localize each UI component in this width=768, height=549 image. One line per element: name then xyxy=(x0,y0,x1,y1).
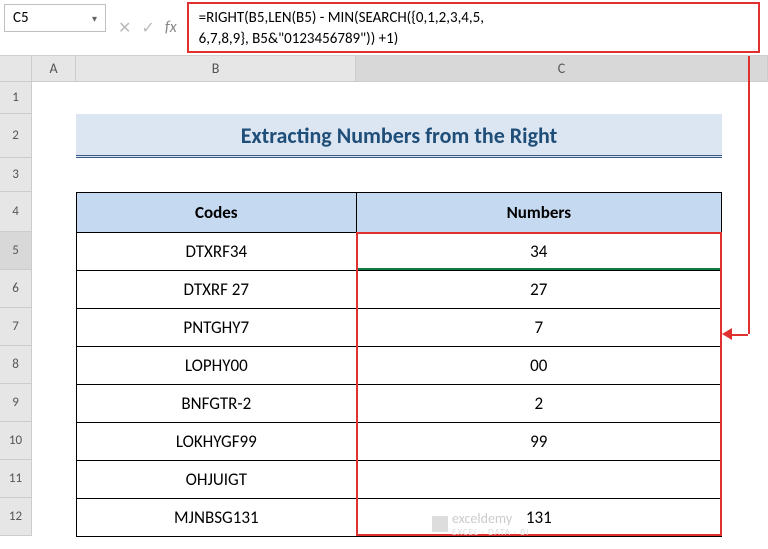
table-row: MJNBSG131131 xyxy=(77,499,722,537)
cell-code[interactable]: MJNBSG131 xyxy=(77,499,357,537)
cell-num[interactable]: 34 xyxy=(356,233,721,271)
col-header-A[interactable]: A xyxy=(32,56,76,81)
row-header-6[interactable]: 6 xyxy=(0,270,32,308)
col-header-B[interactable]: B xyxy=(76,56,356,81)
logo-icon xyxy=(432,516,448,532)
cell-code[interactable]: OHJUIGT xyxy=(77,461,357,499)
table-header-row: Codes Numbers xyxy=(77,193,722,233)
row-header-11[interactable]: 11 xyxy=(0,460,32,498)
select-all-corner[interactable] xyxy=(0,56,32,82)
cells-area[interactable]: Extracting Numbers from the Right Codes … xyxy=(32,82,768,549)
col-header-C[interactable]: C xyxy=(356,56,768,81)
cell-num[interactable]: 99 xyxy=(356,423,721,461)
column-headers: A B C xyxy=(32,56,768,82)
table-row: LOKHYGF9999 xyxy=(77,423,722,461)
name-box[interactable]: C5 ▾ xyxy=(4,4,106,32)
cell-code[interactable]: PNTGHY7 xyxy=(77,309,357,347)
row-header-3[interactable]: 3 xyxy=(0,158,32,192)
cell-code[interactable]: DTXRF34 xyxy=(77,233,357,271)
row-header-8[interactable]: 8 xyxy=(0,346,32,384)
row-header-12[interactable]: 12 xyxy=(0,498,32,536)
row-header-5[interactable]: 5 xyxy=(0,232,32,270)
cell-num[interactable]: 7 xyxy=(356,309,721,347)
row-header-4[interactable]: 4 xyxy=(0,192,32,232)
formula-line-1: =RIGHT(B5,LEN(B5) - MIN(SEARCH({0,1,2,3,… xyxy=(199,8,748,29)
cell-code[interactable]: LOPHY00 xyxy=(77,347,357,385)
cell-num[interactable]: 2 xyxy=(356,385,721,423)
spreadsheet-grid: A B C 1 2 3 4 5 6 7 8 9 10 11 12 Extract… xyxy=(0,56,768,549)
cell-code[interactable]: DTXRF 27 xyxy=(77,271,357,309)
table-row: OHJUIGT xyxy=(77,461,722,499)
row-headers: 1 2 3 4 5 6 7 8 9 10 11 12 xyxy=(0,82,32,536)
cancel-icon[interactable]: ✕ xyxy=(118,18,131,38)
formula-bar: C5 ▾ ✕ ✓ fx =RIGHT(B5,LEN(B5) - MIN(SEAR… xyxy=(0,0,768,56)
accept-icon[interactable]: ✓ xyxy=(141,18,154,38)
data-table: Codes Numbers DTXRF3434 DTXRF 2727 PNTGH… xyxy=(76,192,722,537)
row-header-10[interactable]: 10 xyxy=(0,422,32,460)
annotation-arrow-icon xyxy=(722,328,732,340)
formula-line-2: 6,7,8,9}, B5&"0123456789")) +1) xyxy=(199,29,748,50)
row-header-9[interactable]: 9 xyxy=(0,384,32,422)
watermark-sub: EXCEL · DATA · BI xyxy=(452,527,529,538)
name-box-value: C5 xyxy=(13,9,29,27)
cell-num[interactable]: 131 xyxy=(356,499,721,537)
header-codes[interactable]: Codes xyxy=(77,193,357,233)
fx-icon[interactable]: fx xyxy=(165,18,177,37)
table-row: PNTGHY77 xyxy=(77,309,722,347)
row-header-7[interactable]: 7 xyxy=(0,308,32,346)
table-row: LOPHY0000 xyxy=(77,347,722,385)
cell-num[interactable] xyxy=(356,461,721,499)
annotation-line xyxy=(730,334,748,336)
header-numbers[interactable]: Numbers xyxy=(356,193,721,233)
table-row: DTXRF 2727 xyxy=(77,271,722,309)
cell-num[interactable]: 00 xyxy=(356,347,721,385)
cell-code[interactable]: BNFGTR-2 xyxy=(77,385,357,423)
formula-bar-controls: ✕ ✓ fx xyxy=(110,0,185,55)
sheet-title: Extracting Numbers from the Right xyxy=(76,114,722,158)
table-row: DTXRF3434 xyxy=(77,233,722,271)
row-header-2[interactable]: 2 xyxy=(0,114,32,158)
watermark: exceldemy EXCEL · DATA · BI xyxy=(432,510,529,538)
table-row: BNFGTR-22 xyxy=(77,385,722,423)
watermark-brand: exceldemy xyxy=(452,510,512,527)
annotation-line xyxy=(748,56,750,334)
formula-input[interactable]: =RIGHT(B5,LEN(B5) - MIN(SEARCH({0,1,2,3,… xyxy=(187,2,760,53)
row-header-1[interactable]: 1 xyxy=(0,82,32,114)
cell-code[interactable]: LOKHYGF99 xyxy=(77,423,357,461)
chevron-down-icon[interactable]: ▾ xyxy=(92,12,97,25)
cell-num[interactable]: 27 xyxy=(356,271,721,309)
